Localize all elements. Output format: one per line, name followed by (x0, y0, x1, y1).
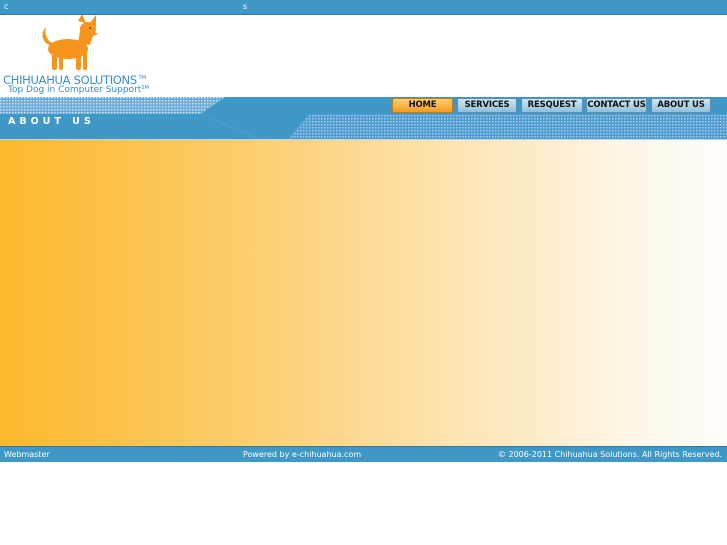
nav-about-us[interactable]: ABOUT US (651, 98, 711, 113)
powered-by-link[interactable]: Powered by e-chihuahua.com (243, 450, 361, 459)
top-bar-left-text: c (4, 2, 9, 11)
nav-home[interactable]: HOME (392, 98, 453, 113)
service-mark: SM (141, 85, 149, 91)
logo-tagline: Top Dog in Computer SupportSM (8, 85, 149, 95)
nav-request[interactable]: RESQUEST (521, 98, 583, 113)
footer: Webmaster Powered by e-chihuahua.com © 2… (0, 446, 727, 462)
header: CHIHUAHUA SOLUTIONS™ Top Dog in Computer… (0, 15, 727, 97)
nav-contact-us[interactable]: CONTACT US (586, 98, 647, 113)
top-bar: c s (0, 0, 727, 15)
chihuahua-dog-icon[interactable] (38, 15, 100, 73)
top-bar-center-text: s (243, 2, 248, 11)
main-content (0, 140, 727, 446)
section-title: ABOUT US (8, 116, 95, 127)
nav-services[interactable]: SERVICES (457, 98, 517, 113)
copyright-text: © 2006-2011 Chihuahua Solutions. All Rig… (497, 450, 722, 459)
webmaster-link[interactable]: Webmaster (4, 450, 50, 459)
